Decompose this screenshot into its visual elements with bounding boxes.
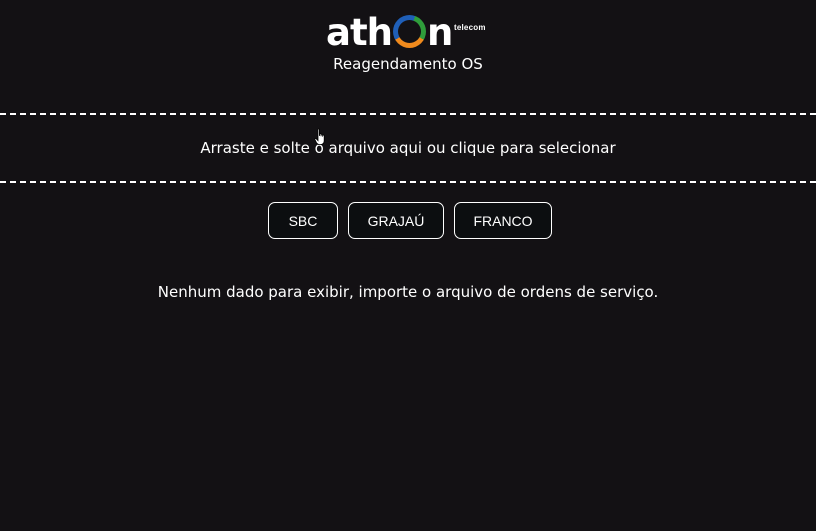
logo-text-before: ath <box>326 11 393 54</box>
filter-button-franco[interactable]: FRANCO <box>454 202 552 239</box>
region-filter-group: SBC GRAJAÚ FRANCO <box>268 202 552 239</box>
athon-logo: ath n telecom <box>326 11 496 54</box>
dropzone-label: Arraste e solte o arquivo aqui ou clique… <box>200 139 616 157</box>
logo-text-after: n <box>427 11 453 54</box>
filter-button-sbc[interactable]: SBC <box>268 202 338 239</box>
header: ath n telecom Reagendamento OS <box>0 0 816 100</box>
logo-wordmark: ath n <box>326 11 453 54</box>
logo-subtitle: telecom <box>454 23 486 32</box>
hand-pointer-icon <box>314 128 325 145</box>
filter-button-grajau[interactable]: GRAJAÚ <box>348 202 444 239</box>
file-dropzone[interactable]: Arraste e solte o arquivo aqui ou clique… <box>0 113 816 183</box>
logo-ring-icon <box>393 15 426 48</box>
empty-state-message: Nenhum dado para exibir, importe o arqui… <box>157 283 659 301</box>
page-title: Reagendamento OS <box>333 55 483 73</box>
